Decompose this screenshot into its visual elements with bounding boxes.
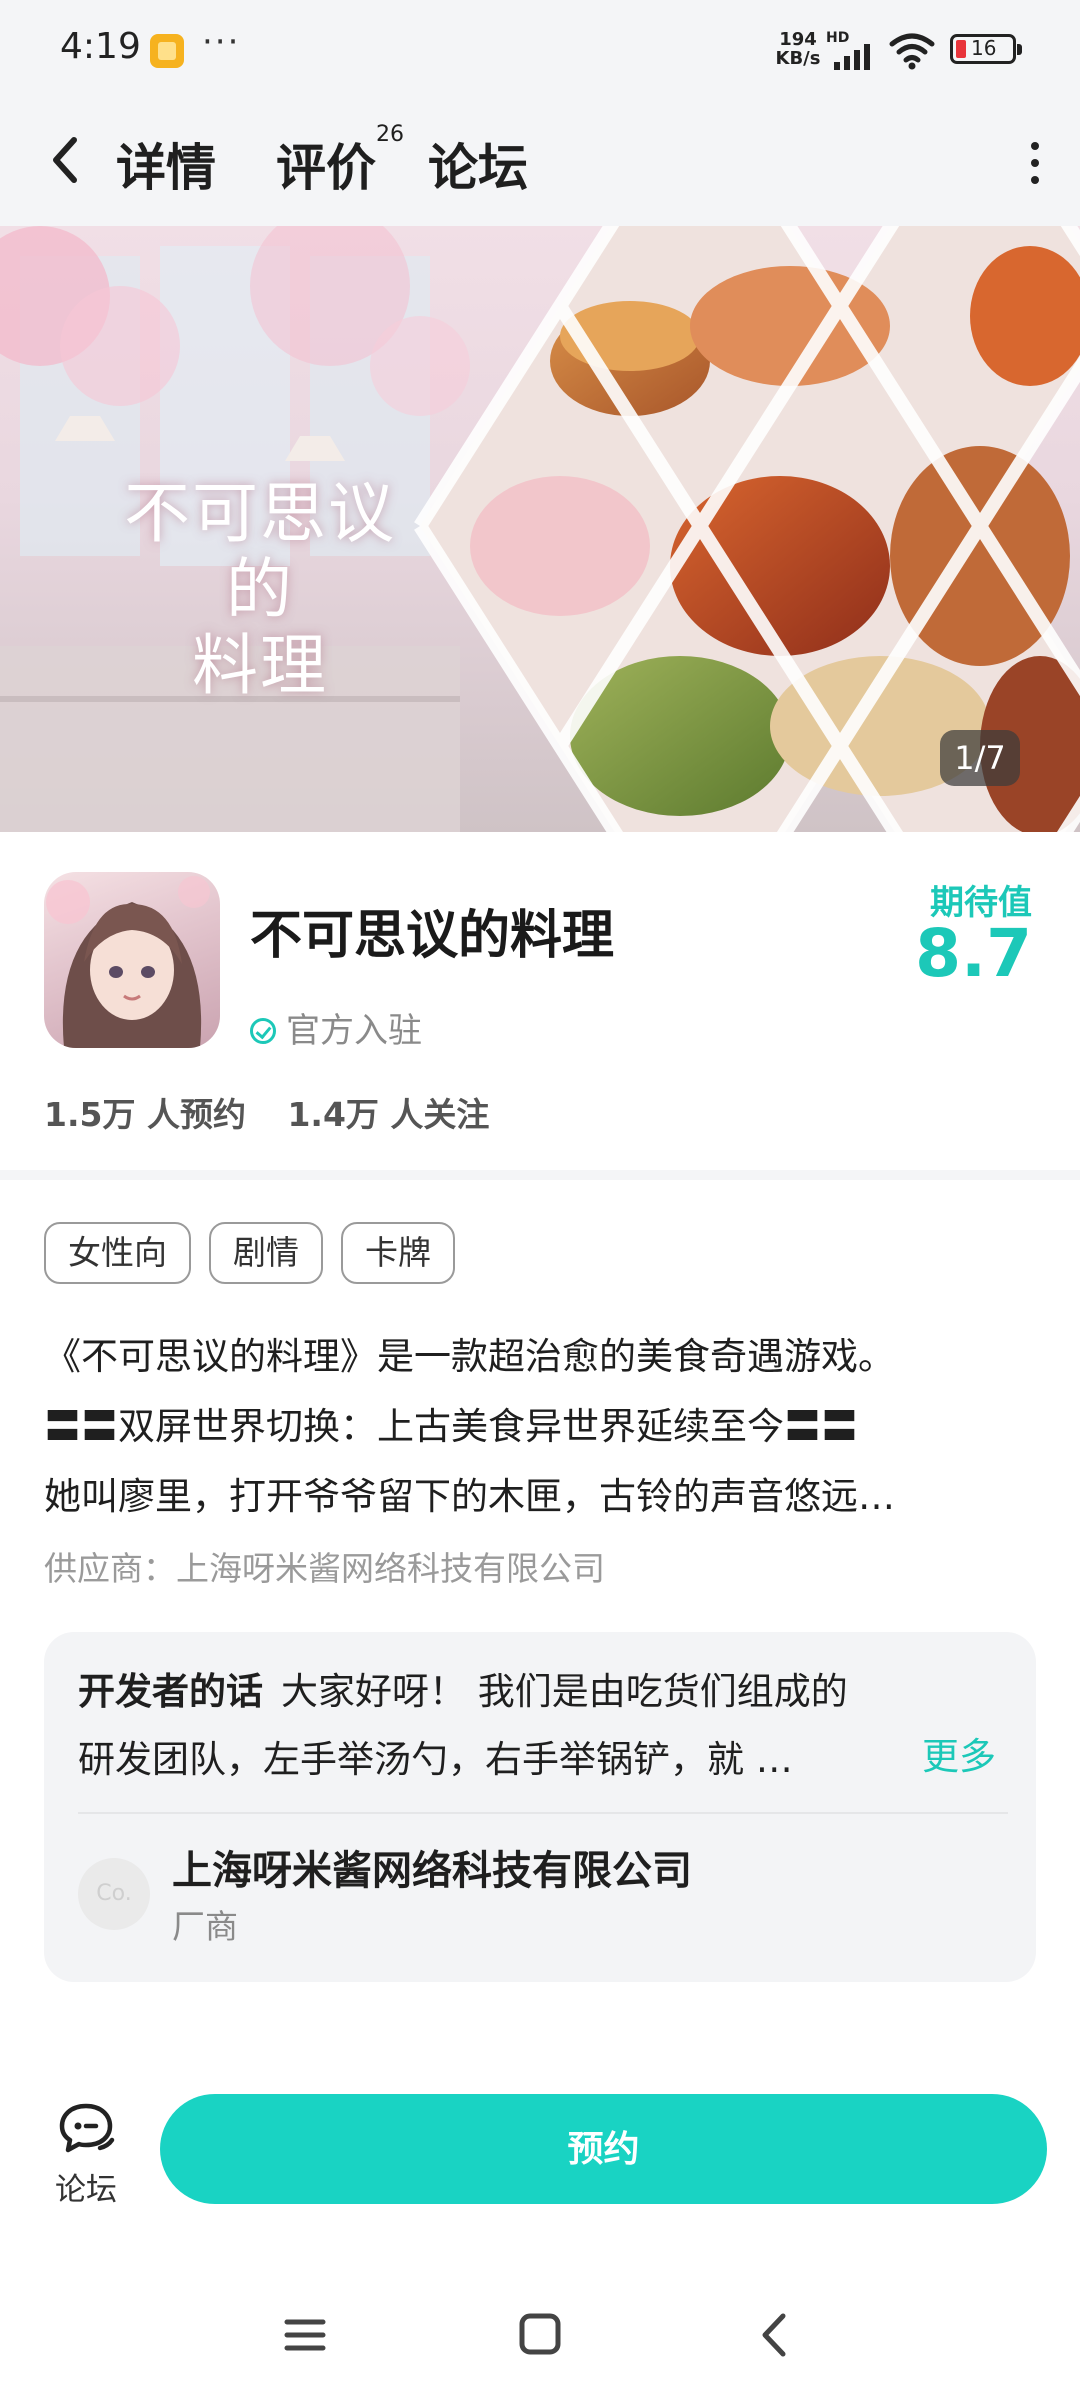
home-icon[interactable]: [510, 2310, 570, 2360]
bottom-action-bar: 论坛 预约: [0, 2060, 1080, 2260]
developer-avatar[interactable]: Co.: [78, 1858, 150, 1930]
tag-chip[interactable]: 剧情: [209, 1222, 323, 1284]
verified-label: 官方入驻: [286, 1011, 422, 1051]
app-stats: 1.5万 人预约 1.4万 人关注: [44, 1088, 519, 1136]
app-name: 不可思议的料理: [250, 906, 615, 966]
reserve-button[interactable]: 预约: [160, 2094, 1047, 2204]
tab-details-label: 详情: [116, 139, 216, 197]
developer-words-line-1: 大家好呀！ 我们是由吃货们组成的: [281, 1670, 848, 1713]
net-speed-value: 194: [779, 29, 817, 50]
status-time: 4:19: [60, 26, 141, 67]
battery-icon: 16: [950, 34, 1022, 64]
tab-reviews-label: 评价: [276, 139, 376, 197]
tag-list: 女性向 剧情 卡牌: [44, 1222, 455, 1284]
verified-badge: 官方入驻: [250, 1003, 422, 1052]
supplier-info: 供应商：上海呀米酱网络科技有限公司: [44, 1549, 605, 1588]
tab-reviews[interactable]: 评价 26: [276, 122, 404, 200]
section-divider: [0, 1170, 1080, 1180]
back-icon[interactable]: [745, 2310, 805, 2360]
status-more-icon: ···: [202, 22, 241, 62]
developer-words-line-2: 研发团队，左手举汤勺，右手举锅铲，就 …: [78, 1738, 793, 1781]
tab-forum[interactable]: 论坛: [428, 128, 528, 200]
more-vertical-icon[interactable]: [1020, 138, 1050, 188]
follower-count: 1.4万 人关注: [287, 1095, 490, 1134]
expectation-score: 8.7: [915, 915, 1032, 992]
app-icon: [44, 872, 220, 1048]
banner-title-line-2: 的: [226, 551, 294, 628]
banner-title-line-3: 料理: [192, 627, 328, 704]
chevron-left-icon[interactable]: [40, 130, 92, 190]
chat-bubble-icon: [59, 2103, 115, 2153]
developer-card[interactable]: 开发者的话 大家好呀！ 我们是由吃货们组成的 研发团队，左手举汤勺，右手举锅铲，就…: [44, 1632, 1036, 1982]
status-bar: 4:19 ··· 194 KB/s HD 16: [0, 0, 1080, 100]
signal-icon: [834, 44, 870, 70]
banner-game-logo: 不可思议 的 料理: [100, 476, 420, 704]
system-nav-bar: [0, 2270, 1080, 2400]
net-speed-unit: KB/s: [775, 48, 821, 69]
tab-details[interactable]: 详情: [116, 128, 228, 202]
reservation-count: 1.5万 人预约: [44, 1095, 246, 1134]
top-nav: 详情 评价 26 论坛: [0, 100, 1080, 226]
more-link[interactable]: 更多: [922, 1726, 996, 1780]
developer-words: 开发者的话 大家好呀！ 我们是由吃货们组成的 研发团队，左手举汤勺，右手举锅铲，就…: [78, 1658, 1008, 1794]
forum-label: 论坛: [55, 2172, 117, 2208]
screenshot-carousel[interactable]: 不可思议 的 料理 1/7: [0, 226, 1080, 832]
battery-level: 16: [971, 36, 997, 60]
divider: [78, 1812, 1008, 1814]
game-description[interactable]: 《不可思议的料理》是一款超治愈的美食奇遇游戏。 〓〓双屏世界切换：上古美食异世界…: [44, 1322, 1044, 1532]
description-line: 她叫廖里，打开爷爷留下的木匣，古铃的声音悠远…: [44, 1475, 895, 1518]
developer-words-label: 开发者的话: [78, 1670, 263, 1713]
review-count-badge: 26: [376, 122, 404, 147]
developer-role: 厂商: [172, 1907, 238, 1946]
banner-title-line-1: 不可思议: [124, 475, 396, 552]
wifi-icon: [889, 33, 935, 70]
tag-chip[interactable]: 女性向: [44, 1222, 191, 1284]
description-line: 〓〓双屏世界切换：上古美食异世界延续至今〓〓: [44, 1405, 858, 1448]
menu-icon[interactable]: [275, 2310, 335, 2360]
net-speed: 194 KB/s: [772, 30, 824, 68]
forum-button[interactable]: 论坛: [46, 2100, 126, 2209]
tab-forum-label: 论坛: [428, 139, 528, 197]
app-notification-icon: [150, 34, 184, 68]
verified-check-icon: [250, 1018, 276, 1044]
developer-company-name[interactable]: 上海呀米酱网络科技有限公司: [172, 1838, 692, 1896]
description-line: 《不可思议的料理》是一款超治愈的美食奇遇游戏。: [44, 1335, 895, 1378]
image-counter: 1/7: [940, 730, 1020, 786]
tag-chip[interactable]: 卡牌: [341, 1222, 455, 1284]
